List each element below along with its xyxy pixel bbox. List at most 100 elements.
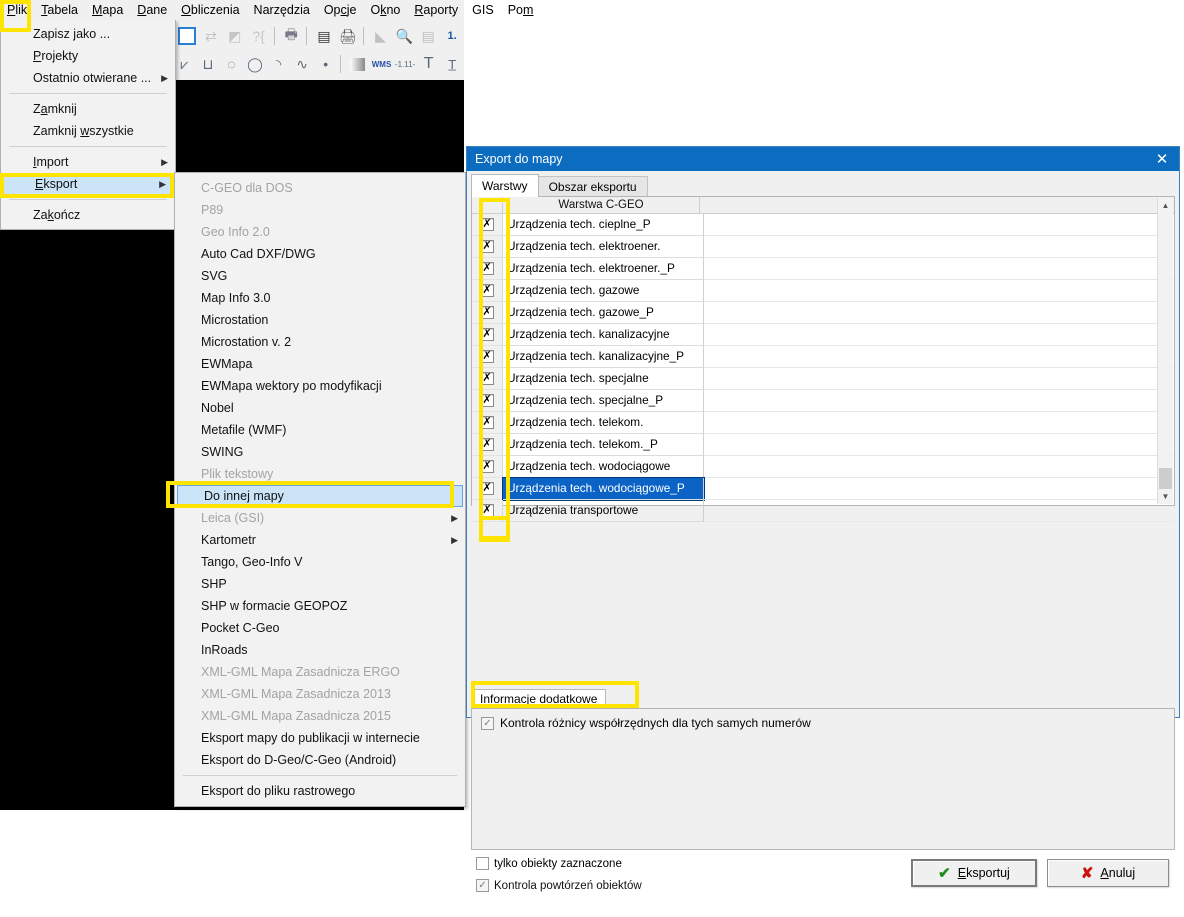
file-menu-item-import[interactable]: Import ▶ <box>1 151 175 173</box>
file-menu-item-projekty[interactable]: Projekty <box>1 45 175 67</box>
table-row[interactable]: ✗ Urządzenia tech. kanalizacyjne <box>472 324 1174 346</box>
layer-checkbox[interactable]: ✗ <box>480 504 494 517</box>
export-menu-item-kartometr[interactable]: Kartometr ▶ <box>175 529 465 551</box>
spline-icon[interactable]: ∿ <box>291 52 313 76</box>
layer-checkbox[interactable]: ✗ <box>480 328 494 341</box>
menubar-item-pom[interactable]: Pom <box>501 0 541 20</box>
layer-checkbox[interactable]: ✗ <box>480 240 494 253</box>
layer-checkbox[interactable]: ✗ <box>480 394 494 407</box>
row-checkbox-cell[interactable]: ✗ <box>472 258 503 280</box>
only-selected-objects-checkbox[interactable] <box>476 857 489 870</box>
export-menu-item-shp-w-formacie-geopoz[interactable]: SHP w formacie GEOPOZ <box>175 595 465 617</box>
menubar-item-opcje[interactable]: Opcje <box>317 0 364 20</box>
export-menu-item-ewmapa[interactable]: EWMapa <box>175 353 465 375</box>
row-checkbox-cell[interactable]: ✗ <box>472 500 503 522</box>
table-row[interactable]: ✗ Urządzenia tech. gazowe <box>472 280 1174 302</box>
file-menu-item-zapisz-jako[interactable]: Zapisz jako ... <box>1 23 175 45</box>
circle-icon[interactable]: ◯ <box>244 52 266 76</box>
export-menu-item-microstation[interactable]: Microstation <box>175 309 465 331</box>
export-menu-item-auto-cad-dxf-dwg[interactable]: Auto Cad DXF/DWG <box>175 243 465 265</box>
export-menu-item-tango-geo-info-v[interactable]: Tango, Geo-Info V <box>175 551 465 573</box>
table-row[interactable]: ✗ Urządzenia tech. gazowe_P <box>472 302 1174 324</box>
wms-icon[interactable]: WMS <box>371 52 393 76</box>
copy-layers-icon[interactable]: ▤ <box>417 24 439 48</box>
menubar-item-narzędzia[interactable]: Narzędzia <box>247 0 317 20</box>
file-menu-item-ostatnio-otwierane[interactable]: Ostatnio otwierane ... ▶ <box>1 67 175 89</box>
mask-icon[interactable]: ◩ <box>224 24 246 48</box>
scroll-down-icon[interactable]: ▼ <box>1158 489 1173 504</box>
export-menu-item-swing[interactable]: SWING <box>175 441 465 463</box>
table-row[interactable]: ✗ Urządzenia tech. cieplne_P <box>472 214 1174 236</box>
layer-checkbox[interactable]: ✗ <box>480 372 494 385</box>
table-row[interactable]: ✗ Urządzenia tech. elektroener._P <box>472 258 1174 280</box>
list-icon[interactable]: ▤ <box>313 24 335 48</box>
tab-warstwy[interactable]: Warstwy <box>471 174 539 197</box>
layer-name-cell[interactable]: Urządzenia tech. wodociągowe_P <box>502 477 705 501</box>
export-menu-item-pocket-c-geo[interactable]: Pocket C-Geo <box>175 617 465 639</box>
layer-name-cell[interactable]: Urządzenia tech. telekom._P <box>503 434 704 456</box>
duplicate-control-row[interactable]: ✓ Kontrola powtórzeń obiektów <box>476 879 642 892</box>
row-checkbox-cell[interactable]: ✗ <box>472 390 503 412</box>
layer-name-cell[interactable]: Urządzenia tech. cieplne_P <box>503 214 704 236</box>
menubar-item-tabela[interactable]: Tabela <box>34 0 85 20</box>
duplicate-control-checkbox[interactable]: ✓ <box>476 879 489 892</box>
menubar-item-obliczenia[interactable]: Obliczenia <box>174 0 246 20</box>
export-menu-item-eksport-do-d-geo-c-geo-android[interactable]: Eksport do D-Geo/C-Geo (Android) <box>175 749 465 771</box>
scroll-up-icon[interactable]: ▲ <box>1158 198 1173 213</box>
info-tabstrip[interactable]: Informacje dodatkowe <box>471 689 607 709</box>
row-checkbox-cell[interactable]: ✗ <box>472 478 503 500</box>
menubar-item-plik[interactable]: Plik <box>0 0 34 20</box>
only-selected-objects-row[interactable]: tylko obiekty zaznaczone <box>476 857 622 870</box>
terrain-icon[interactable]: ◣ <box>370 24 392 48</box>
export-menu-item-shp[interactable]: SHP <box>175 573 465 595</box>
layer-name-cell[interactable]: Urządzenia tech. gazowe <box>503 280 704 302</box>
table-row[interactable]: ✗ Urządzenia tech. specjalne <box>472 368 1174 390</box>
layer-checkbox[interactable]: ✗ <box>480 262 494 275</box>
export-menu-item-map-info-3-0[interactable]: Map Info 3.0 <box>175 287 465 309</box>
layer-checkbox[interactable]: ✗ <box>480 218 494 231</box>
table-row[interactable]: ✗ Urządzenia tech. elektroener. <box>472 236 1174 258</box>
layer-name-cell[interactable]: Urządzenia tech. wodociągowe <box>503 456 704 478</box>
query-icon[interactable]: ?{ <box>248 24 270 48</box>
export-submenu[interactable]: C-GEO dla DOS P89 Geo Info 2.0 Auto Cad DXF… <box>174 172 466 807</box>
row-checkbox-cell[interactable]: ✗ <box>472 456 503 478</box>
table-row[interactable]: ✗ Urządzenia tech. telekom. <box>472 412 1174 434</box>
layer-name-cell[interactable]: Urządzenia tech. kanalizacyjne <box>503 324 704 346</box>
tab-obszar-eksportu[interactable]: Obszar eksportu <box>537 176 648 197</box>
layer-checkbox[interactable]: ✗ <box>480 284 494 297</box>
file-menu-item-eksport[interactable]: Eksport ▶ <box>2 173 174 195</box>
layer-checkbox[interactable]: ✗ <box>480 306 494 319</box>
zoom-search-icon[interactable]: 🔍 <box>393 24 415 48</box>
arc-icon[interactable]: ◝ <box>268 52 290 76</box>
dialog-tabstrip[interactable]: Warstwy Obszar eksportu <box>471 174 648 197</box>
file-menu-dropdown[interactable]: Zapisz jako ... Projekty Ostatnio otwieran… <box>0 20 176 230</box>
export-menu-item-eksport-do-pliku-rastrowego[interactable]: Eksport do pliku rastrowego <box>175 780 465 802</box>
menubar-item-gis[interactable]: GIS <box>465 0 501 20</box>
layer-name-cell[interactable]: Urządzenia tech. specjalne_P <box>503 390 704 412</box>
swap-icon[interactable]: ⇄ <box>200 24 222 48</box>
layer-checkbox[interactable]: ✗ <box>480 350 494 363</box>
layer-name-cell[interactable]: Urządzenia tech. gazowe_P <box>503 302 704 324</box>
table-row[interactable]: ✗ Urządzenia tech. specjalne_P <box>472 390 1174 412</box>
export-menu-item-nobel[interactable]: Nobel <box>175 397 465 419</box>
row-checkbox-cell[interactable]: ✗ <box>472 346 503 368</box>
export-menu-item-svg[interactable]: SVG <box>175 265 465 287</box>
text-baseline-icon[interactable]: T̲ <box>441 52 463 76</box>
menubar-item-raporty[interactable]: Raporty <box>407 0 465 20</box>
export-menu-item-do-innej-mapy[interactable]: Do innej mapy <box>177 485 463 507</box>
export-menu-item-inroads[interactable]: InRoads <box>175 639 465 661</box>
layer-name-cell[interactable]: Urządzenia tech. elektroener. <box>503 236 704 258</box>
layers-grid-rows[interactable]: ✗ Urządzenia tech. cieplne_P ✗ Urządzenia t… <box>472 214 1174 522</box>
coordinate-difference-control-row[interactable]: ✓ Kontrola różnicy współrzędnych dla tyc… <box>472 709 1174 730</box>
layer-name-cell[interactable]: Urządzenia transportowe <box>503 500 704 522</box>
layer-checkbox[interactable]: ✗ <box>480 460 494 473</box>
file-menu-item-zamknij-wszystkie[interactable]: Zamknij wszystkie <box>1 120 175 142</box>
layer-checkbox[interactable]: ✗ <box>480 416 494 429</box>
row-checkbox-cell[interactable]: ✗ <box>472 412 503 434</box>
print-preview-icon[interactable]: 🖶 <box>280 24 302 48</box>
square-select-icon[interactable] <box>176 24 198 48</box>
table-row[interactable]: ✗ Urządzenia transportowe <box>472 500 1174 522</box>
menu-bar[interactable]: Plik Tabela Mapa Dane Obliczenia Narzędzia Opc… <box>0 0 533 20</box>
menubar-item-mapa[interactable]: Mapa <box>85 0 130 20</box>
layer-checkbox[interactable]: ✗ <box>480 438 494 451</box>
